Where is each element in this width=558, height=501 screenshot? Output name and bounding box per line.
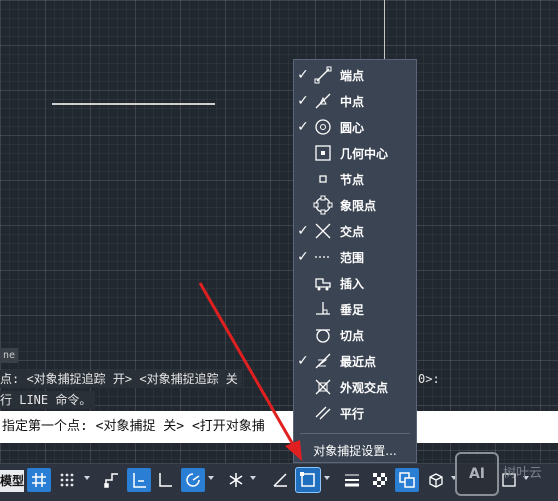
watermark: AI 树叶云 (455, 452, 558, 500)
watermark-text: 树叶云 (503, 466, 543, 481)
annotation-arrow (198, 282, 302, 461)
watermark-logo: AI (455, 452, 499, 496)
